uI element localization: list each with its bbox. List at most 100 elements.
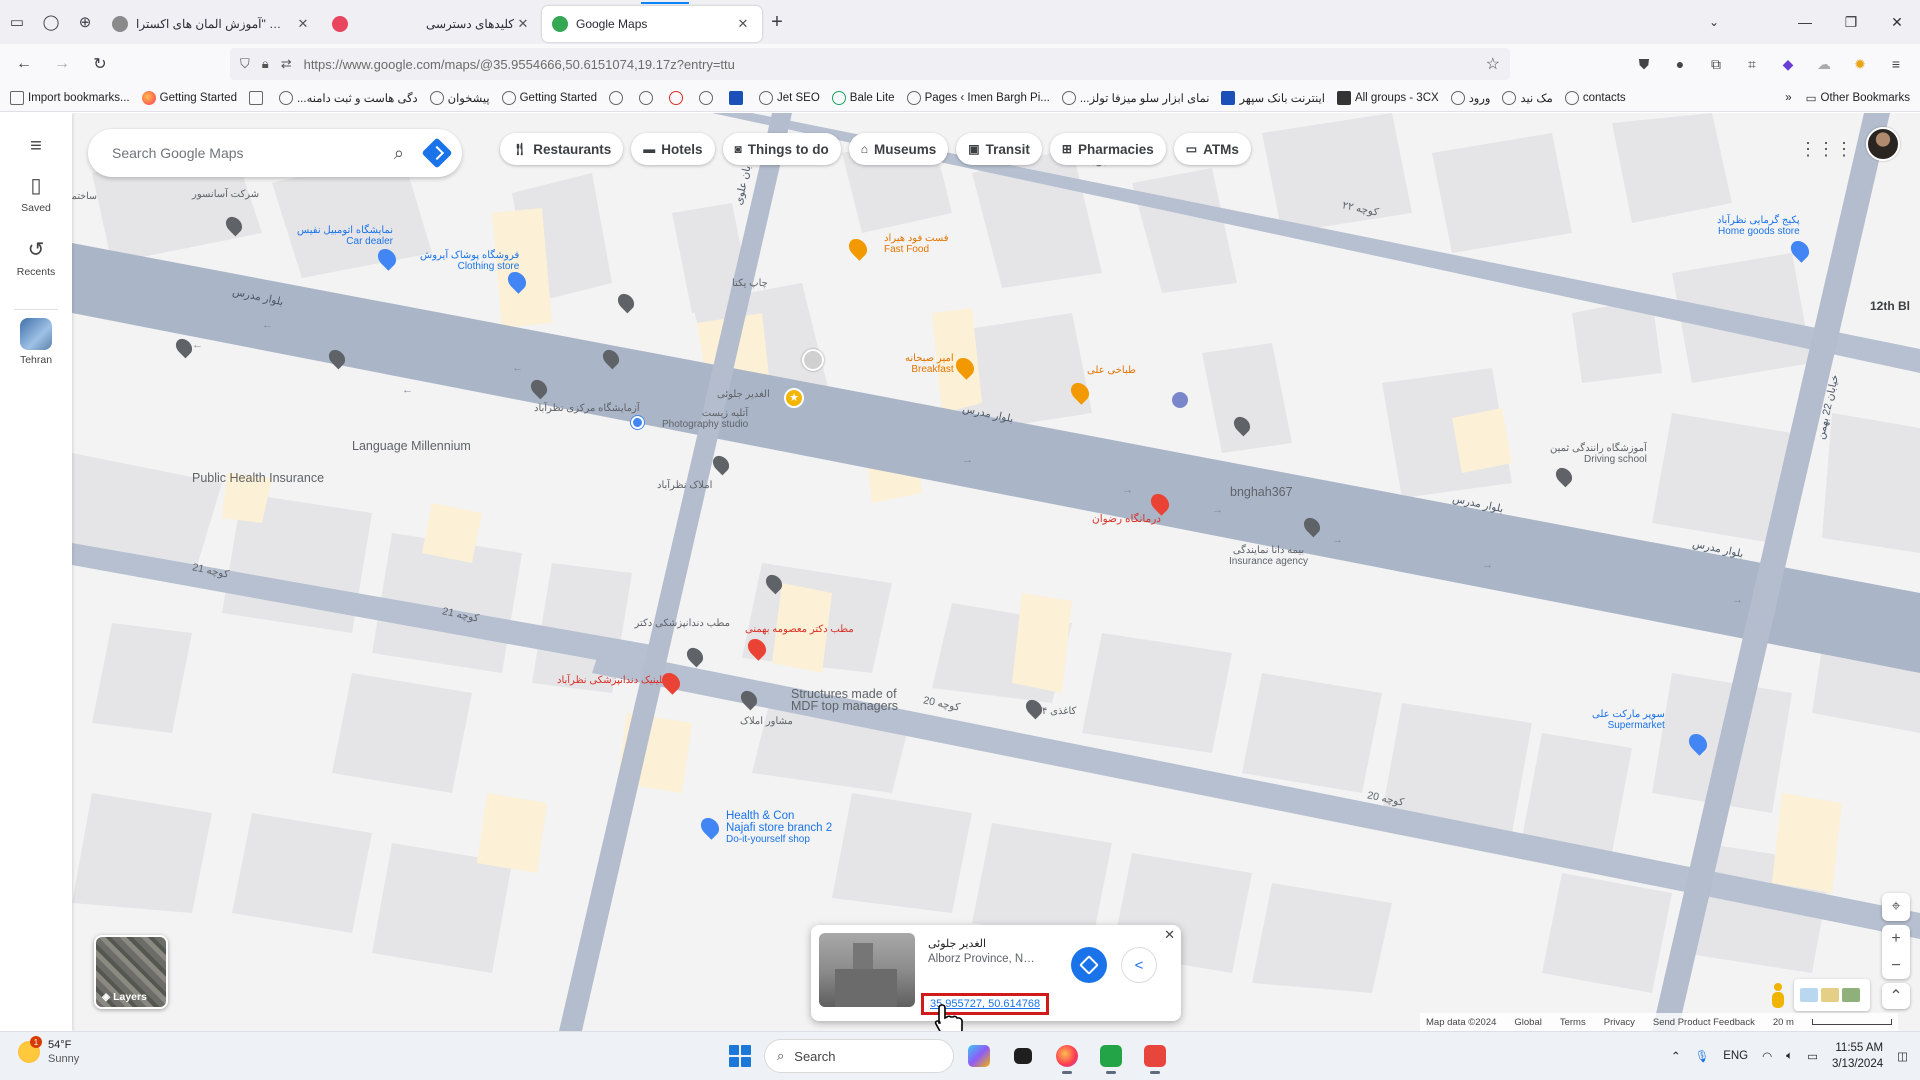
chip-restaurants[interactable]: 🍴︎ Restaurants <box>500 133 624 165</box>
bookmark-app[interactable] <box>728 90 747 105</box>
expand-button[interactable]: ⌃ <box>1882 983 1910 1009</box>
vpn-extension-icon[interactable]: ◆ <box>1772 48 1804 80</box>
scale-label[interactable]: 20 m <box>1773 1017 1794 1028</box>
feedback-link[interactable]: Send Product Feedback <box>1653 1017 1755 1028</box>
recent-place-tehran[interactable]: Tehran <box>0 318 72 382</box>
green-app[interactable] <box>1092 1038 1130 1074</box>
menu-button[interactable]: ≡ <box>0 113 72 173</box>
google-apps-icon[interactable]: ⋮⋮⋮ <box>1799 133 1853 165</box>
label-chap[interactable]: چاپ یکتا <box>732 278 768 289</box>
current-location-dot-icon[interactable] <box>631 416 644 429</box>
tab-groups-icon[interactable]: ▭ <box>0 5 34 39</box>
my-location-button[interactable]: ⌖ <box>1882 893 1910 921</box>
saved-button[interactable]: ▯ Saved <box>0 173 72 237</box>
terminal-app[interactable] <box>1004 1038 1042 1074</box>
pegman-icon[interactable] <box>1772 983 1784 1009</box>
permissions-icon[interactable]: ⇄ <box>281 56 292 72</box>
bookmark-pages[interactable]: Pages ‹ Imen Bargh Pi... <box>906 90 1050 105</box>
url-text[interactable]: https://www.google.com/maps/@35.9554666,… <box>304 57 735 72</box>
close-tab-icon[interactable]: ✕ <box>734 16 752 32</box>
label-darmangah[interactable]: درمانگاه رضوان <box>1092 513 1161 525</box>
list-all-tabs-chevron-icon[interactable]: ⌄ <box>1700 8 1728 36</box>
label-public-health[interactable]: Public Health Insurance <box>192 471 324 485</box>
label-breakfast[interactable]: امیر صبحانه Breakfast <box>905 353 954 375</box>
map-pin-purple[interactable] <box>1172 392 1188 408</box>
close-icon[interactable]: ✕ <box>1164 927 1175 943</box>
label-tabakhi[interactable]: طباخی علی <box>1087 365 1136 376</box>
forward-button[interactable]: → <box>46 48 78 80</box>
terms-link[interactable]: Terms <box>1560 1017 1586 1028</box>
bookmark-jet-seo[interactable]: Jet SEO <box>758 90 820 105</box>
bookmark-dashboard[interactable]: پیشخوان <box>429 90 490 105</box>
recents-button[interactable]: ↺ Recents <box>0 237 72 301</box>
battery-icon[interactable]: ▭ <box>1807 1049 1818 1063</box>
bookmark-globe-1[interactable] <box>608 90 627 105</box>
chip-atms[interactable]: ▭ ATMs <box>1173 133 1251 165</box>
label-home-goods[interactable]: پکیج گرمایی نظرآباد Home goods store <box>1717 215 1800 237</box>
chip-hotels[interactable]: ▬ Hotels <box>631 133 715 165</box>
bookmark-import[interactable]: Import bookmarks... <box>10 90 130 105</box>
directions-icon[interactable] <box>421 137 453 169</box>
chip-transit[interactable]: ▣ Transit <box>956 133 1042 165</box>
restore-button[interactable]: ❐ <box>1828 0 1874 44</box>
label-bnghah[interactable]: bnghah367 <box>1230 485 1293 499</box>
lock-icon[interactable]: 🔒︎ <box>262 56 269 72</box>
label-car-dealer[interactable]: نمایشگاه اتومبیل نفیس Car dealer <box>297 225 393 247</box>
taskbar-search[interactable]: ⌕ Search <box>764 1039 954 1073</box>
map-canvas[interactable]: ← ← → → → → ← ← → → Public Health Insurance L… <box>62 113 1920 1031</box>
place-photo[interactable] <box>819 933 915 1007</box>
chip-pharmacies[interactable]: ⊞ Pharmacies <box>1049 133 1166 165</box>
place-info-card[interactable]: الغدیر جلوئی Alborz Province, Nazara... … <box>811 925 1181 1021</box>
label-dadgostari[interactable]: مطب دندانپزشکی دکتر <box>620 618 730 629</box>
other-bookmarks[interactable]: » ▭ Other Bookmarks <box>1785 84 1910 111</box>
label-structures[interactable]: Structures made of MDF top managers <box>791 688 898 713</box>
bookmark-sepah[interactable]: اینترنت بانک سپهر <box>1221 90 1325 105</box>
privacy-link[interactable]: Privacy <box>1604 1017 1635 1028</box>
clock[interactable]: 11:55 AM 3/13/2024 <box>1832 1040 1883 1072</box>
wifi-icon[interactable]: ◠ <box>1762 1049 1772 1063</box>
chip-museums[interactable]: ⌂ Museums <box>848 133 949 165</box>
share-button[interactable]: < <box>1121 947 1157 983</box>
extensions-icon[interactable]: ⧉ <box>1700 48 1732 80</box>
label-kaghazi[interactable]: کاغذی ۴ <box>1042 706 1076 717</box>
bookmark-folder[interactable] <box>248 90 267 105</box>
shield-icon[interactable]: ⛉ <box>240 56 250 72</box>
address-bar[interactable]: ⛉ 🔒︎ ⇄ https://www.google.com/maps/@35.9… <box>230 48 1510 80</box>
chevron-up-icon[interactable]: ⌃ <box>1671 1049 1681 1063</box>
label-insurance[interactable]: بیمه دانا نمایندگی Insurance agency <box>1229 545 1308 567</box>
bookmark-tools[interactable]: ...نمای ابزار سلو میزفا تولز <box>1061 90 1209 105</box>
chip-things-to-do[interactable]: ◙ Things to do <box>722 133 841 165</box>
extension-github-icon[interactable]: ◯ <box>34 5 68 39</box>
gear-extension-icon[interactable]: ✹ <box>1844 48 1876 80</box>
label-ashrafi[interactable]: شرکت آسانسور <box>192 189 259 200</box>
label-matab[interactable]: مطب دکتر معصومه بهمنی <box>745 624 854 635</box>
bookmark-star-icon[interactable]: ☆ <box>1486 54 1500 74</box>
label-fastfood[interactable]: فست فود هیراد Fast Food <box>884 233 949 255</box>
close-window-button[interactable]: ✕ <box>1874 0 1920 44</box>
weather-widget[interactable]: 1 54°F Sunny <box>18 1036 79 1066</box>
imagery-thumb[interactable] <box>1821 988 1839 1002</box>
account-icon[interactable]: ● <box>1664 48 1696 80</box>
dropped-pin-icon[interactable] <box>802 349 824 371</box>
imagery-thumb[interactable] <box>1800 988 1818 1002</box>
language-indicator[interactable]: ENG <box>1723 1050 1748 1062</box>
search-input[interactable]: Search Google Maps <box>112 145 394 161</box>
label-clothing[interactable]: فروشگاه پوشاک آیروش Clothing store <box>420 250 519 272</box>
back-button[interactable]: ← <box>8 48 40 80</box>
close-tab-icon[interactable]: ✕ <box>294 16 312 32</box>
pocket-icon[interactable]: ⛊ <box>1628 48 1660 80</box>
global-link[interactable]: Global <box>1514 1017 1541 1028</box>
label-language-millennium[interactable]: Language Millennium <box>352 439 471 453</box>
zoom-in-button[interactable]: + <box>1882 925 1910 952</box>
microphone-icon[interactable]: 🎙︎ <box>1695 1049 1710 1063</box>
zoom-out-button[interactable]: − <box>1882 952 1910 979</box>
chevron-more-icon[interactable]: » <box>1785 92 1791 104</box>
bookmark-bale[interactable]: Bale Lite <box>831 90 895 105</box>
bookmark-gmail[interactable] <box>668 90 687 105</box>
bookmark-getting-started[interactable]: Getting Started <box>141 90 237 105</box>
layers-button[interactable]: ◈ Layers <box>94 935 168 1009</box>
label-driving-school[interactable]: آموزشگاه رانندگی ثمین Driving school <box>1550 443 1647 465</box>
close-tab-icon[interactable]: ✕ <box>514 16 532 32</box>
tab-google-maps[interactable]: Google Maps ✕ <box>542 2 762 42</box>
saved-star-pin-icon[interactable]: ★ <box>784 388 804 408</box>
